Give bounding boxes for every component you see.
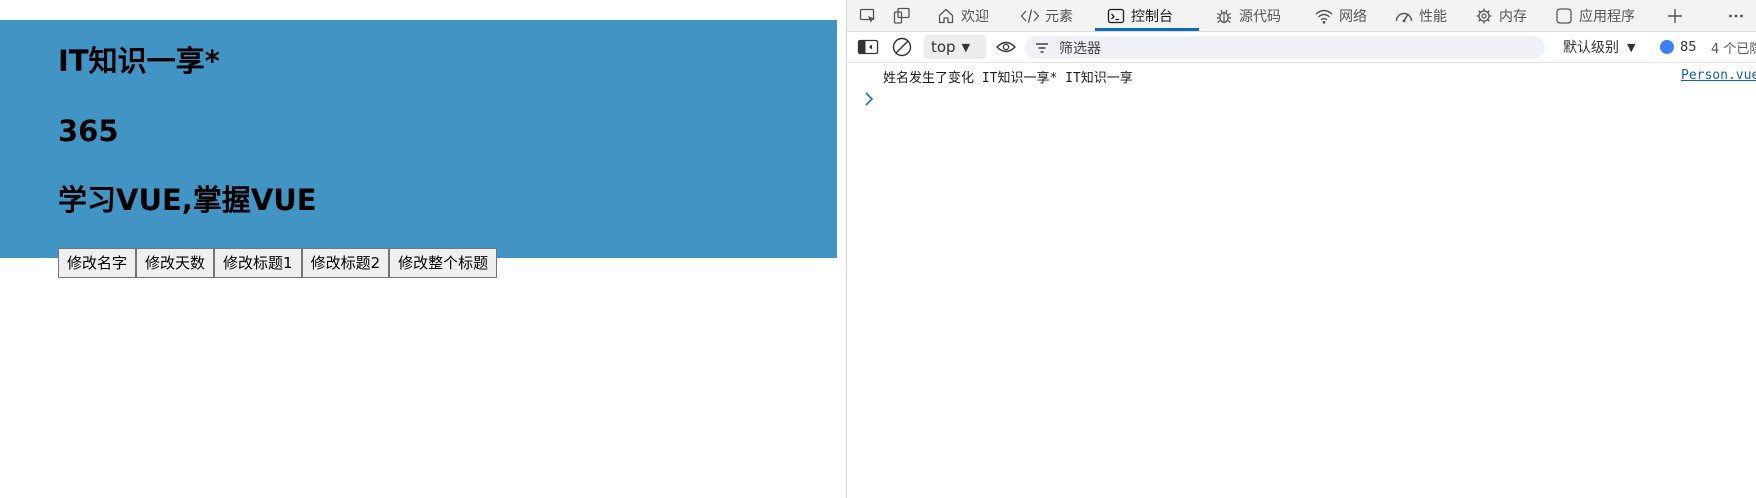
change-title1-button[interactable]: 修改标题1 (214, 248, 302, 278)
context-value: top (931, 38, 956, 56)
device-emulation-icon[interactable] (887, 0, 917, 31)
change-title2-button[interactable]: 修改标题2 (301, 248, 390, 278)
tab-label: 内存 (1499, 8, 1527, 25)
more-options-icon[interactable] (1721, 0, 1751, 31)
tab-label: 网络 (1339, 8, 1367, 25)
console-message-source-link[interactable]: Person.vue (1681, 68, 1756, 83)
change-whole-title-button[interactable]: 修改整个标题 (389, 248, 498, 278)
change-days-button[interactable]: 修改天数 (136, 248, 215, 278)
tab-console[interactable]: 控制台 (1105, 0, 1173, 31)
console-message-text: 姓名发生了变化 IT知识一享* IT知识一享 (883, 71, 1133, 86)
code-icon (1019, 5, 1041, 27)
console-message-row: 姓名发生了变化 IT知识一享* IT知识一享 Person.vue (847, 63, 1756, 86)
chevron-down-icon: ▼ (961, 40, 971, 54)
tab-application[interactable]: 应用程序 (1553, 0, 1635, 31)
tab-performance[interactable]: 性能 (1393, 0, 1447, 31)
person-card: IT知识一享* 365 学习VUE,掌握VUE 修改名字 修改天数 修改标题1 … (0, 20, 837, 278)
wifi-icon (1313, 5, 1335, 27)
inspect-element-icon[interactable] (853, 0, 883, 31)
app-page: IT知识一享* 365 学习VUE,掌握VUE 修改名字 修改天数 修改标题1 … (0, 0, 848, 498)
tab-label: 源代码 (1239, 8, 1281, 25)
bug-icon (1213, 5, 1235, 27)
tab-sources[interactable]: 源代码 (1213, 0, 1281, 31)
tab-label: 元素 (1045, 8, 1073, 25)
tab-welcome[interactable]: 欢迎 (935, 0, 989, 31)
filter-placeholder: 筛选器 (1059, 40, 1101, 57)
console-toolbar: top ▼ 筛选器 默认级别 ▼ 85 4 个已隐藏 (847, 32, 1756, 63)
issues-count-value: 85 (1680, 39, 1697, 55)
days-heading: 365 (58, 114, 119, 148)
log-level-select[interactable]: 默认级别 ▼ (1563, 32, 1635, 62)
tab-memory[interactable]: 内存 (1473, 0, 1527, 31)
filter-input[interactable]: 筛选器 (1025, 36, 1545, 59)
tab-label: 应用程序 (1579, 8, 1635, 25)
tab-network[interactable]: 网络 (1313, 0, 1367, 31)
tab-label: 控制台 (1131, 8, 1173, 25)
console-icon (1105, 5, 1127, 27)
tab-label: 性能 (1419, 8, 1447, 25)
hidden-messages-count: 4 个已隐藏 (1711, 32, 1756, 62)
issues-counter[interactable]: 85 (1660, 32, 1697, 62)
devtools-tabbar: 欢迎 元素 控制台 源代码 网络 性能 内存 应用程序 (847, 0, 1756, 32)
memory-chip-icon (1473, 5, 1495, 27)
console-output: 姓名发生了变化 IT知识一享* IT知识一享 Person.vue (847, 63, 1756, 498)
chevron-down-icon: ▼ (1627, 40, 1636, 54)
sidebar-toggle-icon[interactable] (857, 32, 879, 62)
gauge-icon (1393, 5, 1415, 27)
tab-elements[interactable]: 元素 (1019, 0, 1073, 31)
log-level-value: 默认级别 (1563, 40, 1619, 56)
hidden-count-text: 4 个已隐藏 (1711, 41, 1756, 57)
add-tab-icon[interactable] (1660, 0, 1690, 31)
context-select[interactable]: top ▼ (924, 35, 986, 59)
live-expression-eye-icon[interactable] (995, 32, 1017, 62)
button-row: 修改名字 修改天数 修改标题1 修改标题2 修改整个标题 (58, 248, 498, 278)
title-heading: 学习VUE,掌握VUE (58, 183, 317, 217)
chevron-right-icon (863, 91, 875, 111)
message-bubble-icon (1660, 40, 1674, 54)
change-name-button[interactable]: 修改名字 (58, 248, 137, 278)
tab-label: 欢迎 (961, 8, 989, 25)
console-prompt[interactable] (847, 87, 1756, 111)
clear-console-icon[interactable] (891, 32, 913, 62)
active-tab-indicator (1095, 28, 1199, 31)
home-icon (935, 5, 957, 27)
app-window-icon (1553, 5, 1575, 27)
devtools-panel: 欢迎 元素 控制台 源代码 网络 性能 内存 应用程序 top ▼ 筛选器 默认… (847, 0, 1756, 498)
filter-icon (1035, 42, 1049, 54)
person-name-heading: IT知识一享* (58, 44, 220, 78)
